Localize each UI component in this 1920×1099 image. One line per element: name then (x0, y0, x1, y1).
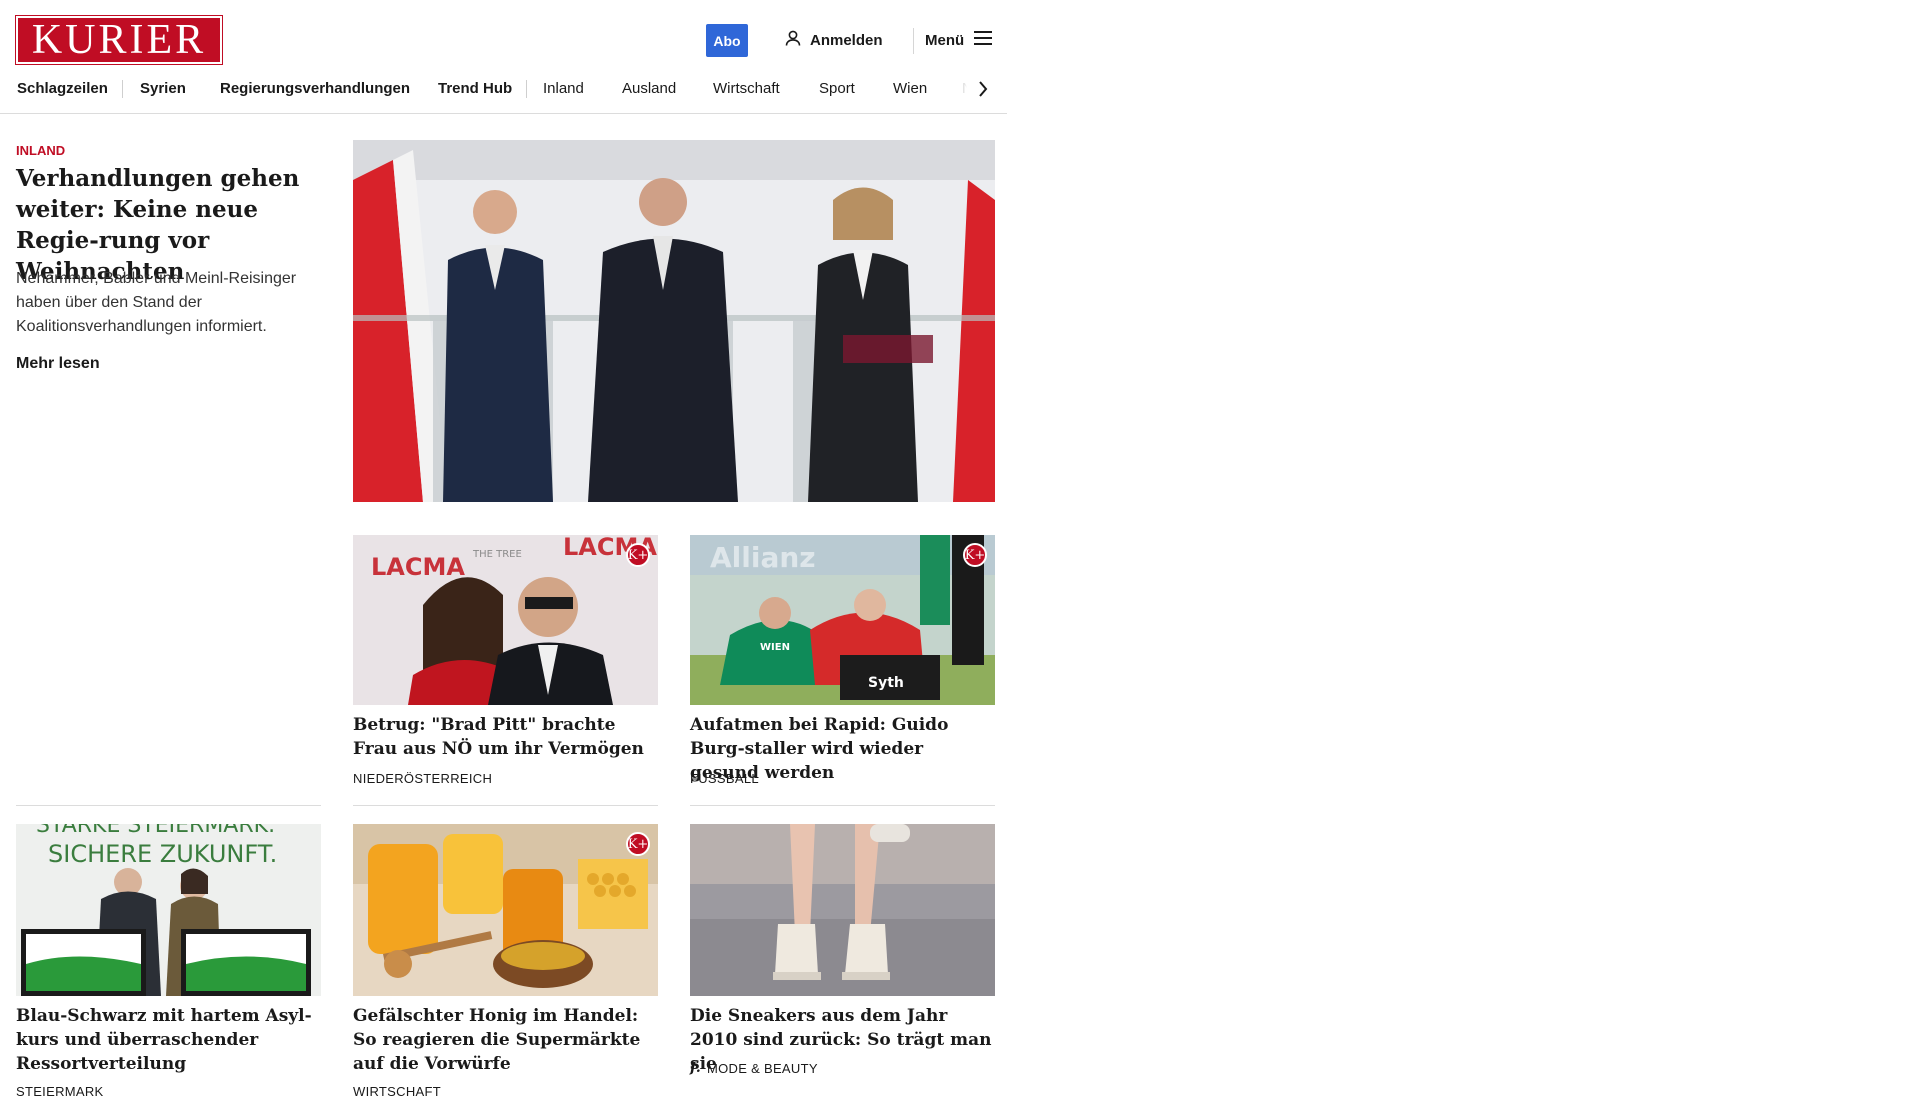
card-image-sneakers[interactable] (690, 824, 995, 996)
banner-text: STARKE STEIERMARK. (36, 824, 275, 838)
card-image-brad-pitt[interactable]: LACMA LACMA THE TREE K+ (353, 535, 658, 705)
card-image-honey[interactable]: K+ (353, 824, 658, 996)
header-divider (913, 28, 914, 54)
nav-item-wien[interactable]: Wien (893, 80, 927, 97)
read-more-link[interactable]: Mehr lesen (16, 355, 100, 373)
nav-item-sport[interactable]: Sport (819, 80, 855, 97)
nav-item-schlagzeilen[interactable]: Schlagzeilen (17, 80, 108, 97)
user-icon (784, 29, 802, 51)
nav-item-syrien[interactable]: Syrien (140, 80, 186, 97)
card-divider (353, 805, 658, 806)
premium-badge: K+ (963, 543, 987, 567)
card-divider (16, 805, 321, 806)
hamburger-icon (974, 31, 993, 49)
sponsor-board: Allianz (710, 541, 816, 574)
nav-item-ausland[interactable]: Ausland (622, 80, 676, 97)
card-kicker[interactable]: NIEDERÖSTERREICH (353, 771, 492, 786)
card-headline[interactable]: Gefälschter Honig im Handel: So reagiere… (353, 1004, 658, 1076)
nav-item-regierungsverhandlungen[interactable]: Regierungsverhandlungen (220, 80, 410, 97)
bag-brand: Syth (868, 675, 904, 691)
nav-item-inland[interactable]: Inland (543, 80, 584, 97)
abo-button[interactable]: Abo (706, 24, 748, 57)
login-link[interactable]: Anmelden (784, 26, 883, 54)
section-nav: Schlagzeilen Syrien Regierungsverhandlun… (16, 76, 996, 102)
premium-badge: K+ (626, 832, 650, 856)
kurier-logo[interactable]: KURIER (15, 15, 223, 65)
card-headline[interactable]: Blau-Schwarz mit hartem Asyl-kurs und üb… (16, 1004, 321, 1076)
freizeit-f-icon: f. (690, 1060, 701, 1076)
shirt-text: WIEN (760, 642, 790, 653)
card-kicker-label: MODE & BEAUTY (707, 1060, 818, 1076)
nav-separator (526, 80, 527, 98)
nav-item-wirtschaft[interactable]: Wirtschaft (713, 80, 780, 97)
card-image-steiermark[interactable]: STARKE STEIERMARK. SICHERE ZUKUNFT. (16, 824, 321, 996)
lacma-sign: LACMA (371, 553, 465, 581)
card-kicker[interactable]: FUSSBALL (690, 771, 759, 786)
nav-separator (122, 80, 123, 98)
the-tree-sign: THE TREE (472, 549, 522, 560)
card-kicker[interactable]: f. MODE & BEAUTY (690, 1060, 818, 1076)
banner-text: SICHERE ZUKUNFT. (48, 840, 277, 868)
logo-text: KURIER (31, 17, 207, 63)
lead-image[interactable] (353, 140, 995, 502)
card-image-rapid[interactable]: Allianz WIEN Syth K+ (690, 535, 995, 705)
menu-button[interactable]: Menü (925, 26, 993, 54)
card-divider (690, 805, 995, 806)
nav-divider (0, 113, 1007, 114)
card-kicker[interactable]: WIRTSCHAFT (353, 1084, 441, 1099)
chevron-right-icon (979, 81, 988, 97)
premium-badge: K+ (626, 543, 650, 567)
card-headline[interactable]: Betrug: "Brad Pitt" brachte Frau aus NÖ … (353, 713, 658, 761)
lead-kicker[interactable]: INLAND (16, 143, 65, 158)
nav-scroll-right-button[interactable] (974, 78, 992, 100)
lead-teaser: Nehammer, Babler und Meinl-Reisinger hab… (16, 270, 297, 335)
card-kicker[interactable]: STEIERMARK (16, 1084, 104, 1099)
menu-label: Menü (925, 31, 965, 49)
login-label: Anmelden (810, 31, 883, 49)
nav-item-trend-hub[interactable]: Trend Hub (438, 80, 512, 97)
